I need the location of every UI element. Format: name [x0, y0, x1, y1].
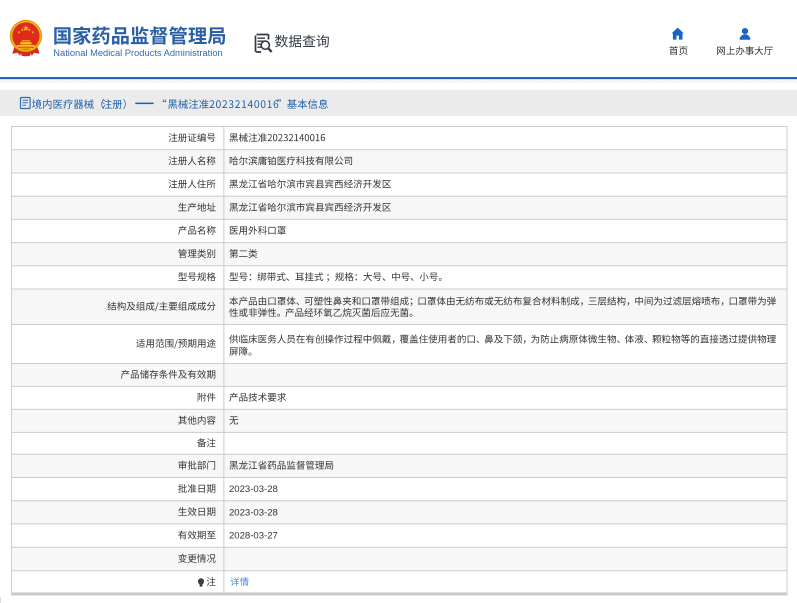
svg-text:2023-03-28: 2023-03-28 — [229, 484, 278, 495]
svg-text:National Medical Products Admi: National Medical Products Administration — [53, 48, 222, 58]
svg-text:2023-03-28: 2023-03-28 — [229, 507, 278, 518]
svg-text:2028-03-27: 2028-03-27 — [229, 531, 278, 542]
